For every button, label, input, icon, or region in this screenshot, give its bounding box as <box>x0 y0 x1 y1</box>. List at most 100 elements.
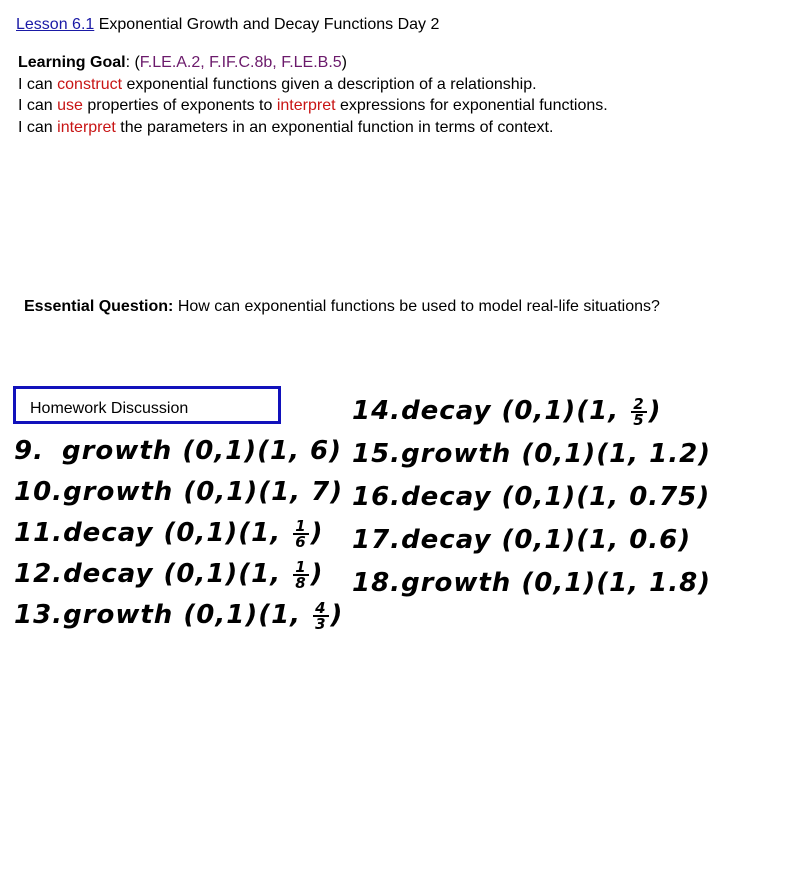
answer-type: growth <box>63 600 184 630</box>
answer-line: 13.growth (0,1)(1, 4 3) <box>14 600 343 631</box>
answer-line: 16.decay (0,1)(1, 0.75) <box>352 482 710 512</box>
point-two-open: (1, <box>258 477 312 507</box>
answer-line: 14.decay (0,1)(1, 2 5) <box>352 396 662 427</box>
homework-discussion-box: Homework Discussion <box>13 386 281 424</box>
answer-number: 17. <box>352 525 402 555</box>
point-two-open: (1, <box>257 436 311 466</box>
fraction: 43 <box>313 600 329 633</box>
point-one: (0,1) <box>501 396 577 426</box>
point-two-close: ) <box>330 600 344 630</box>
answer-line: 12.decay (0,1)(1, 1 8) <box>14 559 324 590</box>
answer-number: 18. <box>352 568 402 598</box>
goal-keyword: use <box>57 97 83 114</box>
goal-keyword: interpret <box>57 118 116 136</box>
homework-discussion-label: Homework Discussion <box>30 400 189 417</box>
goal-line-3: I can interpret the parameters in an exp… <box>18 117 608 139</box>
point-two-close: ) <box>648 396 662 426</box>
goal-line-1: I can construct exponential functions gi… <box>18 74 608 96</box>
point-one: (0,1) <box>501 525 577 555</box>
answer-type: decay <box>401 396 502 426</box>
point-two-open: (1, <box>238 518 292 548</box>
point-one: (0,1) <box>163 518 239 548</box>
goal-text: I can <box>18 118 58 136</box>
answer-number: 10. <box>14 477 64 507</box>
answer-number: 11. <box>14 518 64 548</box>
point-two-value: 1.2 <box>649 439 699 469</box>
point-two-value: 6 <box>310 436 330 466</box>
goal-line-2: I can use properties of exponents to int… <box>18 95 608 117</box>
answer-line: 11.decay (0,1)(1, 1 6) <box>14 518 324 549</box>
fraction: 18 <box>293 559 309 592</box>
point-one: (0,1) <box>183 477 259 507</box>
point-two-open: (1, <box>576 525 630 555</box>
point-two-open: (1, <box>258 600 312 630</box>
point-two-open: (1, <box>238 559 292 589</box>
goal-text: the parameters in an exponential functio… <box>115 118 554 136</box>
answer-line: 18.growth (0,1)(1, 1.8) <box>352 568 711 598</box>
goal-text: I can <box>18 75 58 93</box>
answer-number: 14. <box>352 396 402 426</box>
answer-type: decay <box>401 525 502 555</box>
answer-number: 15. <box>352 439 402 469</box>
lesson-title: Lesson 6.1 Exponential Growth and Decay … <box>16 16 439 34</box>
answer-type: decay <box>401 482 502 512</box>
point-two-value: 0.75 <box>629 482 698 512</box>
point-two-open: (1, <box>576 482 630 512</box>
point-one: (0,1) <box>521 439 597 469</box>
answer-type: decay <box>63 518 164 548</box>
goal-keyword: construct <box>57 75 123 93</box>
goal-text: exponential functions given a descriptio… <box>122 75 537 93</box>
point-two-open: (1, <box>576 396 630 426</box>
learning-goal-paren-close: ) <box>341 54 347 71</box>
answer-type: decay <box>63 559 164 589</box>
point-two-close: ) <box>697 482 711 512</box>
fraction-denominator: 3 <box>315 614 327 633</box>
essential-question-label: Essential Question: <box>24 298 174 315</box>
lesson-link[interactable]: Lesson 6.1 <box>16 16 94 33</box>
point-two-value: 7 <box>311 477 331 507</box>
fraction-denominator: 6 <box>295 532 307 551</box>
point-two-close: ) <box>310 559 324 589</box>
answer-line: 10.growth (0,1)(1, 7) <box>14 477 343 507</box>
point-one: (0,1) <box>521 568 597 598</box>
fraction: 16 <box>293 518 309 551</box>
point-two-close: ) <box>698 439 712 469</box>
learning-goal-label: Learning Goal <box>18 54 126 71</box>
answer-type: growth <box>63 477 184 507</box>
point-two-value: 1.8 <box>649 568 699 598</box>
answer-line: 9. growth (0,1)(1, 6) <box>14 436 342 466</box>
point-two-close: ) <box>310 518 324 548</box>
standards: F.LE.A.2, F.IF.C.8b, F.LE.B.5 <box>139 54 342 71</box>
point-one: (0,1) <box>163 559 239 589</box>
point-one: (0,1) <box>501 482 577 512</box>
goal-text: I can <box>18 97 58 114</box>
point-two-close: ) <box>329 436 343 466</box>
essential-question-text: How can exponential functions be used to… <box>173 298 660 315</box>
answer-number: 16. <box>352 482 402 512</box>
learning-goal-heading: Learning Goal: (F.LE.A.2, F.IF.C.8b, F.L… <box>18 52 608 74</box>
answer-number: 9. <box>14 436 44 466</box>
point-one: (0,1) <box>182 436 258 466</box>
fraction-denominator: 5 <box>633 410 645 429</box>
fraction: 25 <box>631 396 647 429</box>
essential-question: Essential Question: How can exponential … <box>24 298 660 316</box>
answer-number: 13. <box>14 600 64 630</box>
goal-keyword: interpret <box>276 97 336 114</box>
learning-goal-paren-open: : ( <box>125 54 140 71</box>
lesson-title-text: Exponential Growth and Decay Functions D… <box>98 16 440 33</box>
answer-line: 17.decay (0,1)(1, 0.6) <box>352 525 691 555</box>
point-two-open: (1, <box>596 568 650 598</box>
point-two-close: ) <box>678 525 692 555</box>
goal-text: properties of exponents to <box>82 97 277 114</box>
answer-line: 15.growth (0,1)(1, 1.2) <box>352 439 711 469</box>
goal-text: expressions for exponential functions. <box>335 97 608 114</box>
point-two-close: ) <box>698 568 712 598</box>
learning-goal: Learning Goal: (F.LE.A.2, F.IF.C.8b, F.L… <box>18 52 608 138</box>
fraction-denominator: 8 <box>295 573 307 592</box>
point-two-close: ) <box>330 477 344 507</box>
answer-number: 12. <box>14 559 64 589</box>
answer-type: growth <box>62 436 183 466</box>
answer-type: growth <box>401 568 522 598</box>
answer-type: growth <box>401 439 522 469</box>
point-two-value: 0.6 <box>629 525 679 555</box>
